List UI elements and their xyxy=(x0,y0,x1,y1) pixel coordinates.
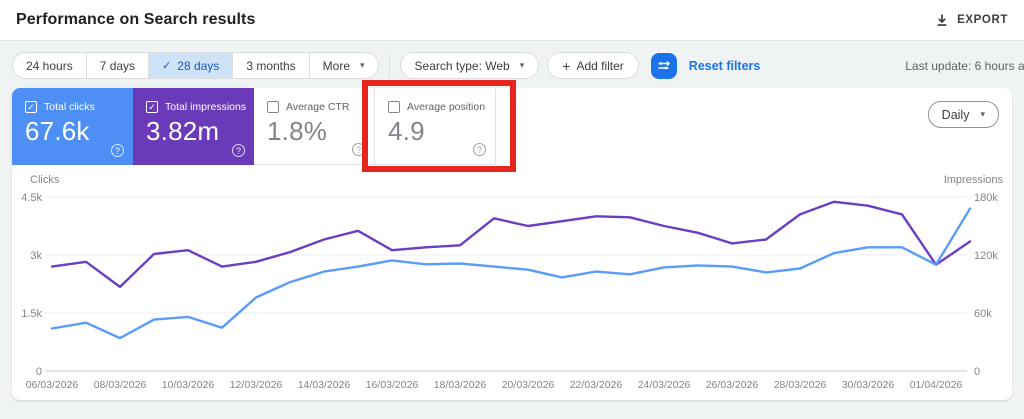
add-filter-label: Add filter xyxy=(576,58,624,73)
help-icon[interactable]: ? xyxy=(352,143,365,156)
metric-card-average-position[interactable]: Average position 4.9 ? xyxy=(375,88,496,165)
chip-24-hours[interactable]: 24 hours xyxy=(13,53,87,78)
tune-icon xyxy=(658,60,671,70)
x-axis-date-label: 28/03/2026 xyxy=(774,379,827,391)
x-axis-date-label: 06/03/2026 xyxy=(26,379,79,391)
x-axis-date-label: 20/03/2026 xyxy=(502,379,555,391)
left-axis-tick: 0 xyxy=(36,366,42,378)
right-axis-tick: 0 xyxy=(974,366,980,378)
search-type-dropdown[interactable]: Search type: Web ▾ xyxy=(399,52,540,79)
x-axis-date-label: 26/03/2026 xyxy=(706,379,759,391)
toolbar-divider xyxy=(388,54,390,77)
export-label: EXPORT xyxy=(957,14,1008,26)
chip-3-months[interactable]: 3 months xyxy=(233,53,310,78)
metric-card-average-ctr[interactable]: Average CTR 1.8% ? xyxy=(254,88,375,165)
check-icon: ✓ xyxy=(162,60,172,72)
x-axis-date-label: 30/03/2026 xyxy=(842,379,895,391)
x-axis-date-label: 14/03/2026 xyxy=(298,379,351,391)
chip-label: 24 hours xyxy=(26,58,73,73)
chip-label: More xyxy=(322,58,351,73)
granularity-dropdown[interactable]: Daily ▾ xyxy=(927,101,999,128)
impressions-line xyxy=(50,200,972,289)
x-axis-date-label: 12/03/2026 xyxy=(230,379,283,391)
right-axis-title: Impressions xyxy=(944,174,1004,186)
chevron-down-icon: ▾ xyxy=(980,109,985,119)
date-range-group: 24 hours 7 days ✓ 28 days 3 months More … xyxy=(12,52,379,79)
metric-value: 3.82m xyxy=(146,116,220,146)
left-axis-tick: 3k xyxy=(30,250,42,262)
clicks-line xyxy=(50,207,972,340)
metric-value: 67.6k xyxy=(25,116,90,146)
granularity-label: Daily xyxy=(941,107,970,122)
metric-card-total-clicks[interactable]: ✓ Total clicks 67.6k ? xyxy=(12,88,133,165)
chevron-down-icon: ▾ xyxy=(360,60,365,70)
search-type-label: Search type: Web xyxy=(414,58,510,73)
x-axis-date-label: 16/03/2026 xyxy=(366,379,419,391)
performance-card: ✓ Total clicks 67.6k ? ✓ Total impressio… xyxy=(12,88,1012,400)
chip-label: 3 months xyxy=(246,58,296,73)
x-axis-date-label: 22/03/2026 xyxy=(570,379,623,391)
header-bar: Performance on Search results EXPORT xyxy=(0,0,1024,41)
add-filter-button[interactable]: + Add filter xyxy=(547,52,639,79)
x-axis-date-label: 01/04/2026 xyxy=(910,379,963,391)
filter-settings-button[interactable] xyxy=(650,52,677,79)
export-button[interactable]: EXPORT xyxy=(935,13,1008,27)
page-title: Performance on Search results xyxy=(16,11,256,28)
x-axis-date-label: 08/03/2026 xyxy=(94,379,147,391)
last-update-text: Last update: 6 hours ago xyxy=(905,58,1024,73)
plus-icon: + xyxy=(562,57,571,74)
x-axis-date-label: 24/03/2026 xyxy=(638,379,691,391)
help-icon[interactable]: ? xyxy=(473,143,486,156)
metric-label: Total impressions xyxy=(165,101,247,113)
metric-label: Average position xyxy=(407,101,486,113)
chip-28-days-selected[interactable]: ✓ 28 days xyxy=(149,53,234,78)
help-icon[interactable]: ? xyxy=(232,144,245,157)
chip-label: 7 days xyxy=(99,58,136,73)
right-axis-tick: 60k xyxy=(974,308,992,320)
checkbox-unchecked-icon[interactable] xyxy=(388,101,400,113)
help-icon[interactable]: ? xyxy=(111,144,124,157)
left-axis-title: Clicks xyxy=(30,174,60,186)
metric-label: Average CTR xyxy=(286,101,350,113)
x-axis-date-label: 10/03/2026 xyxy=(162,379,215,391)
chevron-down-icon: ▾ xyxy=(519,60,525,70)
x-axis-date-label: 18/03/2026 xyxy=(434,379,487,391)
left-axis-tick: 1.5k xyxy=(21,308,42,320)
chip-label: 28 days xyxy=(177,58,220,73)
metric-label: Total clicks xyxy=(44,101,95,113)
reset-filters-link[interactable]: Reset filters xyxy=(689,59,761,73)
right-axis-tick: 120k xyxy=(974,250,998,262)
download-icon xyxy=(937,14,947,26)
filter-toolbar: 24 hours 7 days ✓ 28 days 3 months More … xyxy=(12,52,1024,79)
metric-card-total-impressions[interactable]: ✓ Total impressions 3.82m ? xyxy=(133,88,254,165)
right-axis-tick: 180k xyxy=(974,192,998,204)
checkbox-unchecked-icon[interactable] xyxy=(267,101,279,113)
metric-tabs: ✓ Total clicks 67.6k ? ✓ Total impressio… xyxy=(12,88,1012,165)
checkbox-checked-icon[interactable]: ✓ xyxy=(25,101,37,113)
left-axis-tick: 4.5k xyxy=(21,192,42,204)
checkbox-checked-icon[interactable]: ✓ xyxy=(146,101,158,113)
chip-7-days[interactable]: 7 days xyxy=(87,53,150,78)
chip-more[interactable]: More ▾ xyxy=(310,53,378,78)
